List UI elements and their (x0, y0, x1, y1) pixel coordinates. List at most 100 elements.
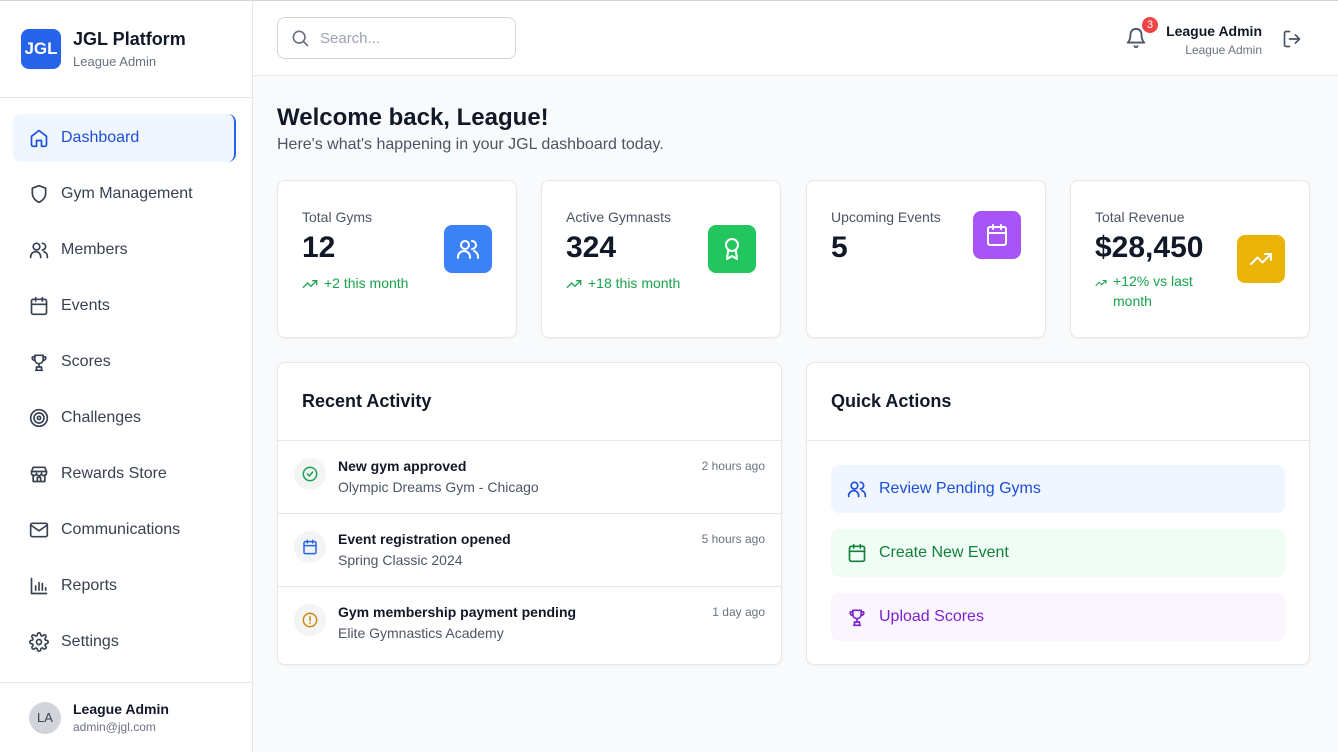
calendar-icon (303, 539, 317, 555)
recent-activity-title: Recent Activity (278, 363, 781, 441)
stat-icon-badge (1237, 235, 1285, 283)
home-icon (30, 129, 48, 148)
quick-action-label: Review Pending Gyms (879, 480, 1041, 497)
sidebar-item-label: Scores (61, 353, 111, 370)
create-new-event-button[interactable]: Create New Event (831, 529, 1285, 577)
top-header: 3 League Admin League Admin (253, 0, 1338, 76)
trophy-icon (849, 609, 865, 627)
sidebar-user-name: League Admin (73, 701, 169, 717)
sidebar-item-challenges[interactable]: Challenges (13, 394, 236, 442)
trending-up-icon (566, 280, 582, 288)
activity-title: Event registration opened (338, 531, 511, 547)
stat-icon-badge (444, 225, 492, 273)
activity-subtitle: Spring Classic 2024 (338, 552, 463, 568)
trending-up-icon (1095, 279, 1107, 287)
recent-activity-panel: Recent Activity New gym approved Olympic… (277, 362, 782, 665)
brand: JGL JGL Platform League Admin (0, 1, 252, 98)
stat-card-upcoming-events: Upcoming Events 5 (806, 180, 1046, 338)
sidebar-item-label: Events (61, 297, 110, 314)
activity-icon (294, 458, 326, 490)
header-user-name: League Admin (1166, 23, 1262, 39)
sidebar-item-members[interactable]: Members (13, 226, 236, 274)
brand-logo[interactable]: JGL (21, 29, 61, 69)
list-item[interactable]: Gym membership payment pending Elite Gym… (278, 587, 781, 660)
header-user[interactable]: League Admin League Admin (1166, 23, 1262, 57)
notification-badge: 3 (1142, 17, 1158, 33)
sidebar-item-gym-management[interactable]: Gym Management (13, 170, 236, 218)
activity-time: 1 day ago (712, 605, 765, 619)
stat-icon-badge (973, 211, 1021, 259)
sidebar-item-label: Dashboard (61, 129, 140, 146)
sidebar-item-label: Rewards Store (61, 465, 167, 482)
upload-scores-button[interactable]: Upload Scores (831, 593, 1285, 641)
users-icon (457, 240, 479, 259)
shield-icon (31, 184, 47, 204)
quick-action-label: Create New Event (879, 544, 1009, 561)
sidebar-item-label: Members (61, 241, 128, 258)
gear-icon (29, 632, 49, 652)
stat-trend-text: +12% vs last month (1113, 273, 1193, 309)
stat-trend: +2 this month (302, 275, 492, 292)
list-item[interactable]: New gym approved Olympic Dreams Gym - Ch… (278, 441, 781, 514)
page-subtitle: Here's what's happening in your JGL dash… (277, 136, 664, 153)
sidebar-item-reports[interactable]: Reports (13, 562, 236, 610)
sidebar-item-label: Gym Management (61, 185, 193, 202)
activity-subtitle: Olympic Dreams Gym - Chicago (338, 479, 539, 495)
logout-icon[interactable] (1282, 29, 1302, 49)
stat-card-active-gymnasts: Active Gymnasts 324 +18 this month (541, 180, 781, 338)
sidebar-item-label: Challenges (61, 409, 142, 426)
sidebar-item-events[interactable]: Events (13, 282, 236, 330)
review-pending-gyms-button[interactable]: Review Pending Gyms (831, 465, 1285, 513)
sidebar: JGL JGL Platform League Admin Dashboard … (0, 0, 253, 752)
sidebar-item-label: Reports (61, 577, 118, 594)
stat-trend: +18 this month (566, 275, 756, 292)
sidebar-user-profile[interactable]: LA League Admin admin@jgl.com (0, 682, 252, 752)
sidebar-item-scores[interactable]: Scores (13, 338, 236, 386)
stat-label: Active Gymnasts (566, 209, 672, 225)
activity-title: Gym membership payment pending (338, 604, 577, 620)
bar-chart-icon (30, 577, 48, 595)
activity-icon (294, 531, 326, 563)
check-circle-icon (302, 466, 318, 482)
stat-icon-badge (708, 225, 756, 273)
stat-trend-text: +2 this month (324, 275, 409, 291)
calendar-icon (987, 224, 1007, 246)
sidebar-item-dashboard[interactable]: Dashboard (13, 114, 236, 162)
target-icon (29, 408, 49, 428)
page-title: Welcome back, League! (277, 104, 549, 131)
stat-card-total-gyms: Total Gyms 12 +2 this month (277, 180, 517, 338)
users-icon (847, 481, 867, 498)
stat-card-total-revenue: Total Revenue $28,450 +12% vs last month (1070, 180, 1310, 338)
activity-list: New gym approved Olympic Dreams Gym - Ch… (278, 441, 781, 660)
calendar-icon (848, 543, 866, 563)
alert-circle-icon (302, 612, 318, 628)
search-input[interactable] (320, 29, 500, 47)
sidebar-item-rewards-store[interactable]: Rewards Store (13, 450, 236, 498)
activity-time: 5 hours ago (701, 532, 765, 546)
search-box (277, 17, 516, 59)
brand-subtitle: League Admin (73, 54, 157, 69)
users-icon (29, 242, 49, 259)
sidebar-item-label: Settings (61, 633, 119, 650)
avatar: LA (29, 701, 61, 734)
stat-trend: +12% vs last month (1095, 271, 1205, 311)
search-icon (292, 30, 309, 47)
quick-actions-panel: Quick Actions Review Pending Gyms Create… (806, 362, 1310, 665)
stat-label: Total Gyms (302, 209, 373, 225)
list-item[interactable]: Event registration opened Spring Classic… (278, 514, 781, 587)
sidebar-user-email: admin@jgl.com (73, 720, 156, 734)
store-icon (30, 466, 48, 483)
sidebar-item-communications[interactable]: Communications (13, 506, 236, 554)
sidebar-nav: Dashboard Gym Management Members Events … (0, 98, 252, 666)
trophy-icon (31, 354, 47, 372)
mail-icon (29, 522, 49, 538)
activity-subtitle: Elite Gymnastics Academy (338, 625, 504, 641)
trending-up-icon (302, 280, 318, 288)
sidebar-item-settings[interactable]: Settings (13, 618, 236, 666)
stat-label: Total Revenue (1095, 209, 1185, 225)
sidebar-item-label: Communications (61, 521, 181, 538)
activity-time: 2 hours ago (701, 459, 765, 473)
activity-icon (294, 604, 326, 636)
trending-up-icon (1250, 253, 1272, 265)
quick-action-label: Upload Scores (879, 608, 984, 625)
